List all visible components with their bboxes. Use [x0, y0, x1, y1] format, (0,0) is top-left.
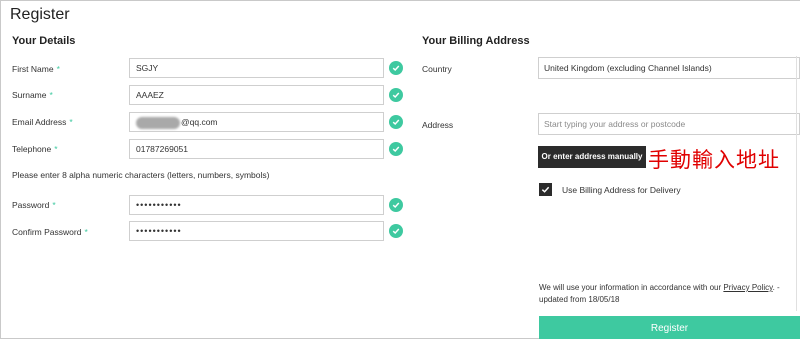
password-label: Password *: [12, 200, 56, 210]
address-label: Address: [422, 120, 454, 130]
email-valid-icon: [389, 115, 403, 129]
page-scrollbar[interactable]: [796, 56, 800, 311]
password-requirements-note: Please enter 8 alpha numeric characters …: [12, 170, 270, 180]
email-input[interactable]: @qq.com: [129, 112, 384, 132]
billing-heading: Your Billing Address: [422, 35, 530, 47]
details-heading: Your Details: [12, 35, 76, 47]
email-label: Email Address *: [12, 117, 73, 127]
page-title: Register: [10, 6, 70, 23]
email-domain: @qq.com: [181, 117, 218, 127]
country-select[interactable]: United Kingdom (excluding Channel Island…: [538, 57, 800, 79]
password-valid-icon: [389, 198, 403, 212]
password-input[interactable]: •••••••••••: [129, 195, 384, 215]
use-billing-for-delivery-label: Use Billing Address for Delivery: [562, 185, 681, 195]
enter-address-manually-button[interactable]: Or enter address manually: [538, 146, 646, 168]
telephone-input[interactable]: 01787269051: [129, 139, 384, 159]
confirm-password-valid-icon: [389, 224, 403, 238]
address-search-input[interactable]: Start typing your address or postcode: [538, 113, 800, 135]
surname-input[interactable]: AAAEZ: [129, 85, 384, 105]
first-name-valid-icon: [389, 61, 403, 75]
register-button[interactable]: Register: [539, 316, 800, 339]
first-name-input[interactable]: SGJY: [129, 58, 384, 78]
telephone-valid-icon: [389, 142, 403, 156]
country-label: Country: [422, 64, 452, 74]
confirm-password-input[interactable]: •••••••••••: [129, 221, 384, 241]
privacy-notice: We will use your information in accordan…: [539, 283, 780, 304]
use-billing-for-delivery-checkbox[interactable]: [539, 183, 552, 196]
surname-valid-icon: [389, 88, 403, 102]
telephone-label: Telephone *: [12, 144, 58, 154]
surname-label: Surname *: [12, 90, 53, 100]
manual-entry-annotation: 手動輸入地址: [648, 148, 780, 172]
first-name-label: First Name *: [12, 64, 60, 74]
privacy-policy-link[interactable]: Privacy Policy: [723, 283, 772, 292]
confirm-password-label: Confirm Password *: [12, 227, 88, 237]
redacted-blur: [136, 116, 180, 129]
